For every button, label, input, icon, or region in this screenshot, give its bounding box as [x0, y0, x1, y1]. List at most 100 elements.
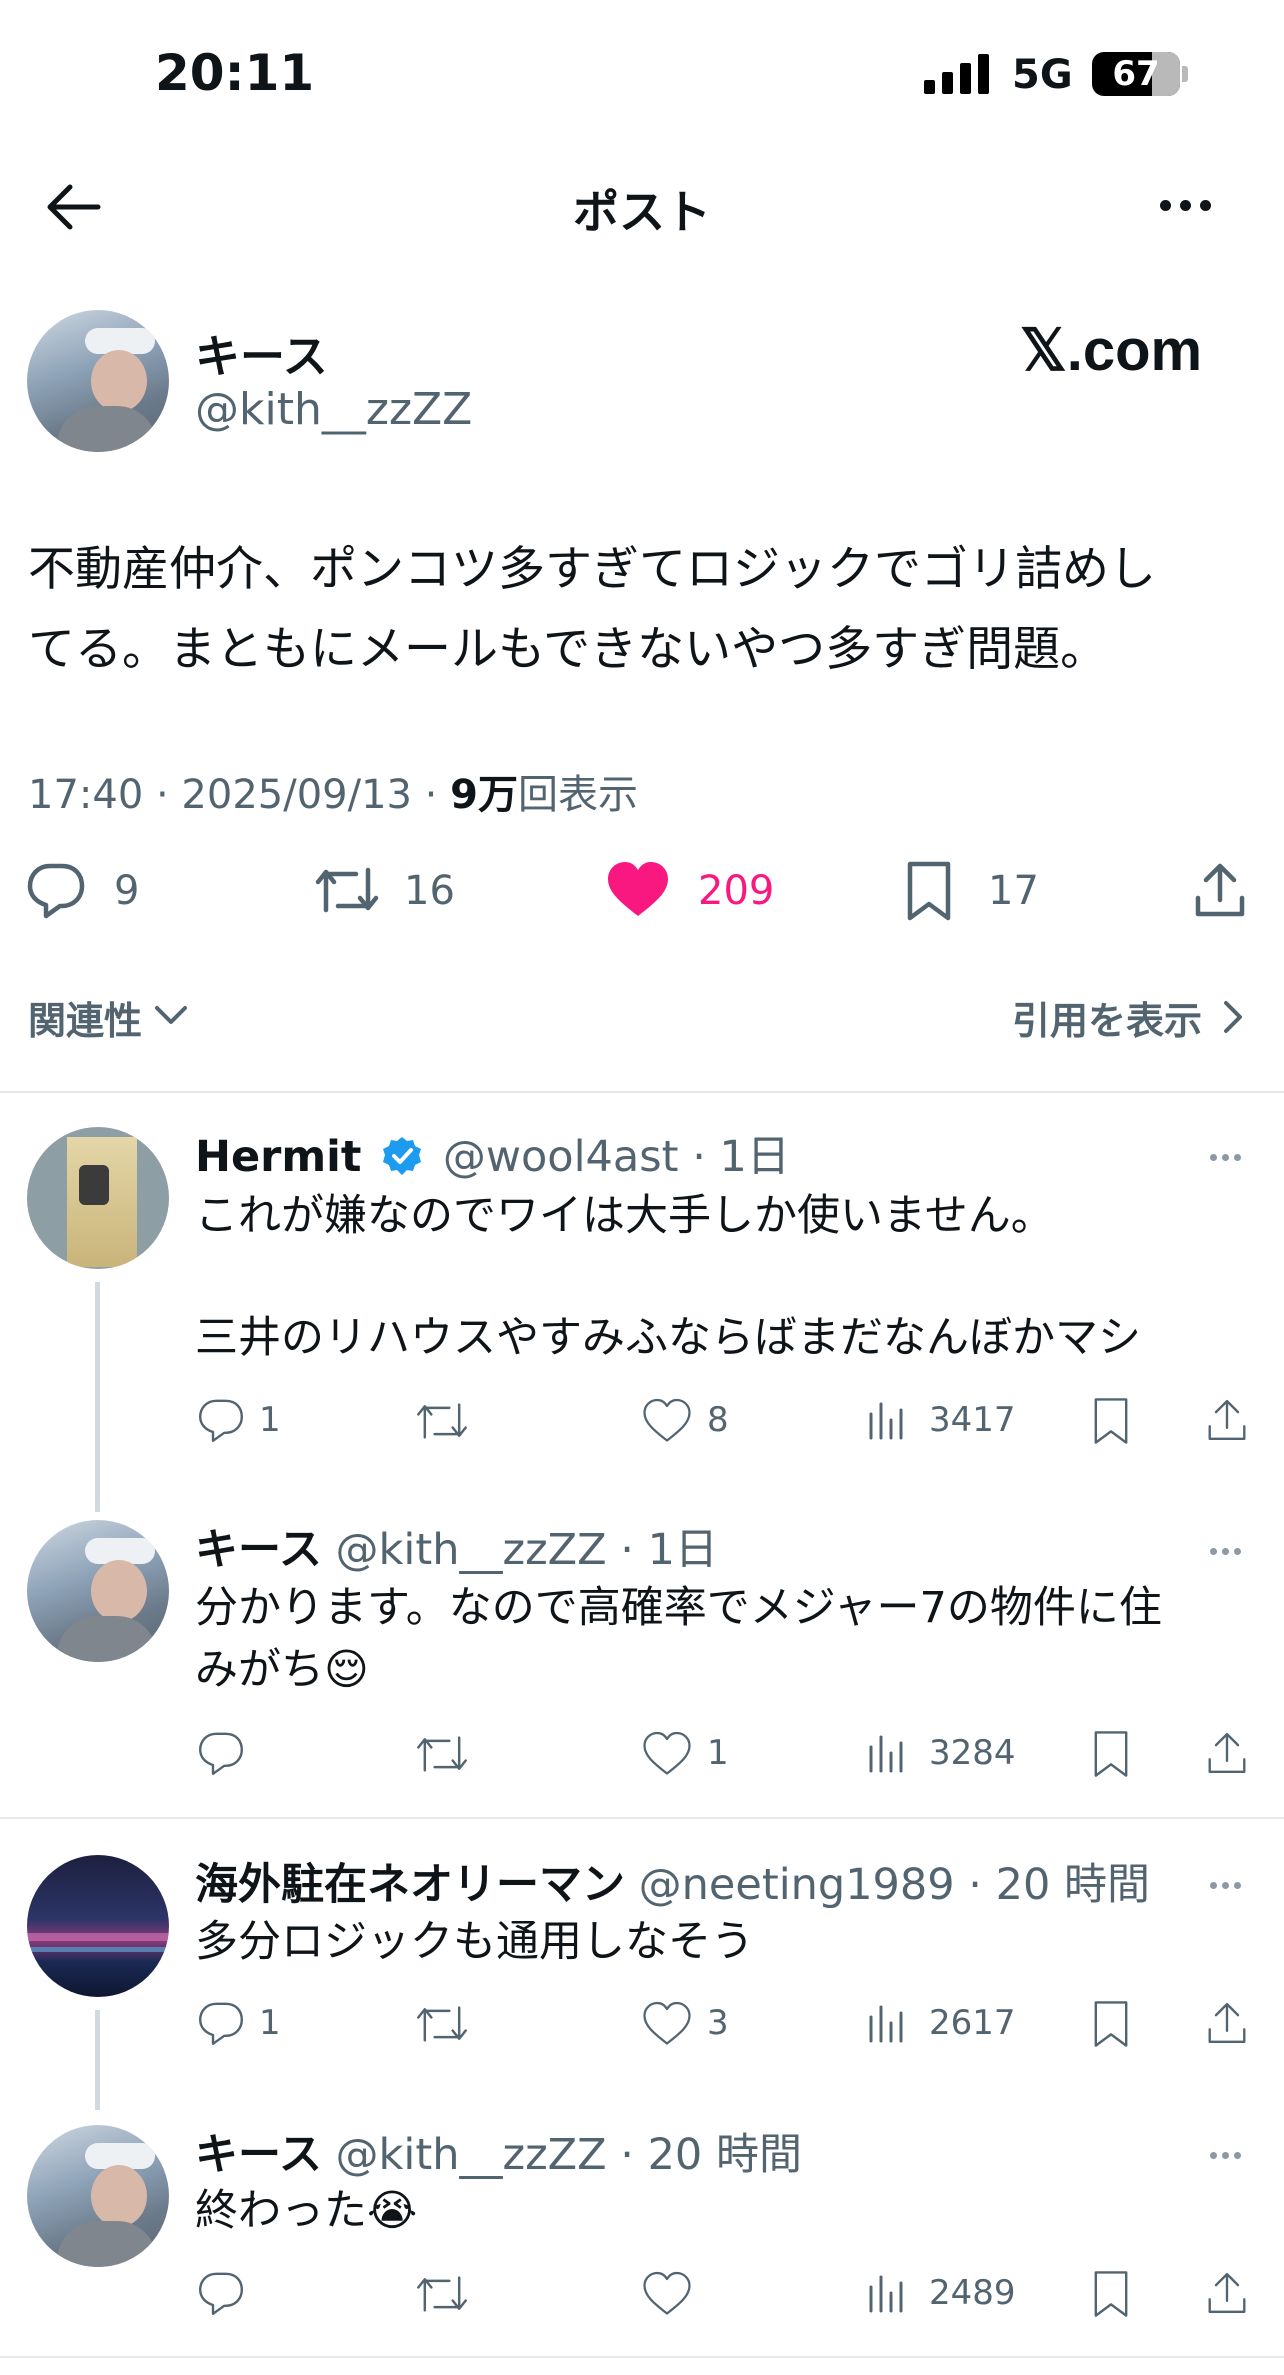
reply-header: キース @kith__zzZZ · 20 時間 [195, 2120, 802, 2182]
view-quotes-label: 引用を表示 [1012, 999, 1203, 1043]
reply-action-bar: 1 8 3417 [195, 1392, 1265, 1448]
reply-handle[interactable]: @wool4ast [443, 1132, 679, 1182]
post-text: 不動産仲介、ポンコツ多すぎてロジックでゴリ詰めし てる。まともにメールもできない… [28, 542, 1156, 677]
relevance-label: 関連性 [28, 999, 143, 1043]
bookmark-icon[interactable] [1091, 2269, 1131, 2319]
reply-text: 終わった😭 [195, 2186, 418, 2236]
post-timestamp[interactable]: 17:40 · 2025/09/13 · [28, 772, 450, 818]
reply-icon[interactable] [197, 1396, 245, 1444]
views-chart-icon[interactable] [867, 1400, 907, 1440]
repost-icon[interactable] [415, 1999, 469, 2049]
repost-icon[interactable] [415, 1396, 469, 1446]
view-quotes-link[interactable]: 引用を表示 [1012, 990, 1252, 1044]
heart-icon[interactable] [643, 1398, 691, 1444]
signal-icon [924, 54, 989, 94]
share-icon[interactable] [1205, 1729, 1249, 1777]
page-title: ポスト [573, 185, 711, 239]
reply-count: 9 [114, 868, 140, 914]
author-handle[interactable]: @kith__zzZZ [195, 384, 472, 435]
views-label: 回表示 [517, 772, 638, 818]
share-icon[interactable] [1192, 860, 1248, 920]
reply-time[interactable]: · 20 時間 [968, 1860, 1150, 1910]
reply-author-name[interactable]: Hermit [195, 1132, 361, 1182]
divider [0, 2356, 1284, 2358]
reply-author-name[interactable]: キース [195, 2130, 322, 2180]
reply-more-icon[interactable] [1210, 1874, 1246, 1893]
reply-header: Hermit @wool4ast · 1日 [195, 1122, 790, 1184]
post-action-bar: 9 16 209 17 [0, 850, 1284, 930]
views-count: 3284 [929, 1733, 1016, 1773]
views-count: 3417 [929, 1400, 1016, 1440]
reply-more-icon[interactable] [1210, 1540, 1246, 1559]
divider [0, 1091, 1284, 1093]
reply-header: キース @kith__zzZZ · 1日 [195, 1515, 718, 1577]
post-meta: 17:40 · 2025/09/13 · 9万回表示 [28, 762, 638, 820]
views-count: 2489 [929, 2273, 1016, 2313]
thread-line [95, 1282, 100, 1512]
like-count: 209 [698, 868, 775, 914]
verified-badge-icon [383, 1137, 422, 1175]
reply-more-icon[interactable] [1210, 2144, 1246, 2163]
reply-icon[interactable] [197, 2269, 245, 2317]
reply-count: 1 [259, 2003, 281, 2043]
thread-line [95, 2010, 100, 2110]
views-chart-icon[interactable] [867, 2003, 907, 2043]
heart-filled-icon [608, 862, 668, 916]
repost-icon[interactable] [415, 2269, 469, 2319]
brand-watermark: 𝕏.com [1020, 318, 1203, 383]
like-count: 3 [707, 2003, 729, 2043]
bookmark-icon[interactable] [1091, 1396, 1131, 1446]
reply-handle[interactable]: @neeting1989 [639, 1860, 955, 1910]
share-icon[interactable] [1205, 2269, 1249, 2317]
views-chart-icon[interactable] [867, 1733, 907, 1773]
repost-icon[interactable] [415, 1729, 469, 1779]
bookmark-icon[interactable] [1091, 1729, 1131, 1779]
reply-action-bar: 1 3 2617 [195, 1995, 1265, 2051]
network-type: 5G [1012, 52, 1073, 98]
heart-icon[interactable] [643, 2001, 691, 2047]
reply-time[interactable]: · 1日 [620, 1525, 718, 1575]
more-options-icon[interactable] [1160, 200, 1220, 212]
reply-icon[interactable] [197, 1729, 245, 1777]
reply-action-bar: 2489 [195, 2265, 1265, 2321]
status-time: 20:11 [155, 44, 315, 102]
reply-icon[interactable] [197, 1999, 245, 2047]
share-icon[interactable] [1205, 1999, 1249, 2047]
reply-action-bar: 1 3284 [195, 1725, 1265, 1781]
avatar[interactable] [27, 1855, 169, 1997]
like-count: 8 [707, 1400, 729, 1440]
avatar[interactable] [27, 2125, 169, 2267]
battery-level: 67 [1112, 54, 1160, 94]
chevron-right-icon [1224, 1001, 1242, 1033]
heart-icon[interactable] [643, 1731, 691, 1777]
back-arrow-icon[interactable] [44, 182, 102, 232]
reply-text: 多分ロジックも通用しなそう [195, 1917, 754, 1967]
battery-icon: 67 [1092, 52, 1180, 96]
share-icon[interactable] [1205, 1396, 1249, 1444]
reply-more-icon[interactable] [1210, 1146, 1246, 1165]
repost-icon [315, 867, 379, 913]
reply-time[interactable]: · 1日 [692, 1132, 790, 1182]
reply-time[interactable]: · 20 時間 [620, 2130, 802, 2180]
views-count: 2617 [929, 2003, 1016, 2043]
bookmark-icon[interactable] [1091, 1999, 1131, 2049]
header: ポスト [0, 160, 1284, 250]
repost-count: 16 [404, 868, 455, 914]
bookmark-count: 17 [988, 868, 1039, 914]
reply-text: これが嫌なのでワイは大手しか使いません。 三井のリハウスやすみふならばまだなんぼ… [195, 1191, 1141, 1363]
views-count: 9万 [450, 772, 518, 818]
avatar[interactable] [27, 1520, 169, 1662]
reply-handle[interactable]: @kith__zzZZ [336, 1525, 607, 1575]
reply-handle[interactable]: @kith__zzZZ [336, 2130, 607, 2180]
reply-author-name[interactable]: キース [195, 1525, 322, 1575]
heart-icon[interactable] [643, 2271, 691, 2317]
reply-author-name[interactable]: 海外駐在ネオリーマン [195, 1860, 625, 1910]
reply-text: 分かります。なので高確率でメジャー7の物件に住 みがち😌 [195, 1583, 1162, 1695]
author-name[interactable]: キース [195, 320, 328, 385]
avatar[interactable] [27, 310, 169, 452]
reply-count: 1 [259, 1400, 281, 1440]
chevron-down-icon [155, 1006, 187, 1024]
divider [0, 1817, 1284, 1819]
views-chart-icon[interactable] [867, 2273, 907, 2313]
avatar[interactable] [27, 1127, 169, 1269]
